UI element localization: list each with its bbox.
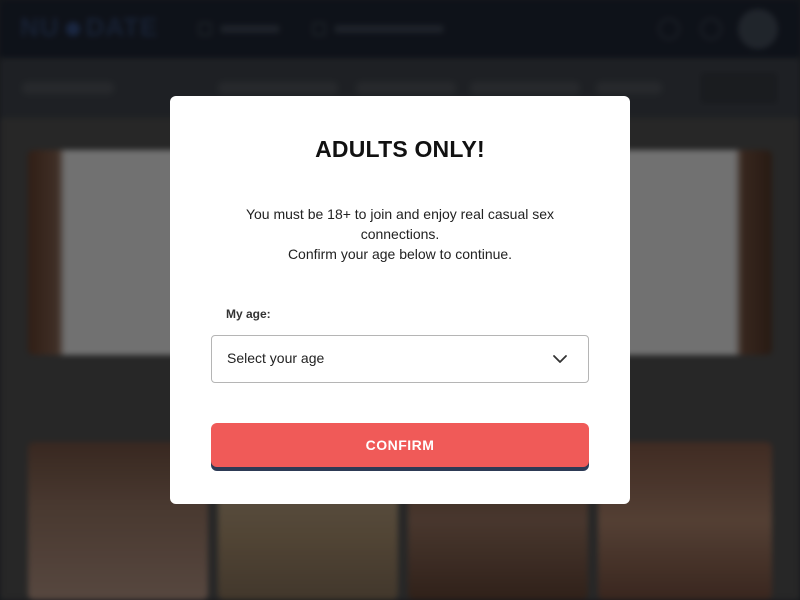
modal-message: You must be 18+ to join and enjoy real c… (230, 204, 570, 264)
age-label: My age: (226, 307, 271, 321)
modal-title: ADULTS ONLY! (315, 136, 485, 162)
modal-message-line: You must be 18+ to join and enjoy real c… (245, 206, 555, 242)
age-select-value: Select your age (227, 350, 325, 366)
confirm-button[interactable]: CONFIRM (211, 423, 589, 467)
age-select[interactable]: Select your age (211, 335, 589, 383)
chevron-down-icon (553, 355, 567, 363)
age-verification-modal: ADULTS ONLY! You must be 18+ to join and… (170, 96, 630, 504)
modal-message-line: Confirm your age below to continue. (287, 246, 513, 262)
